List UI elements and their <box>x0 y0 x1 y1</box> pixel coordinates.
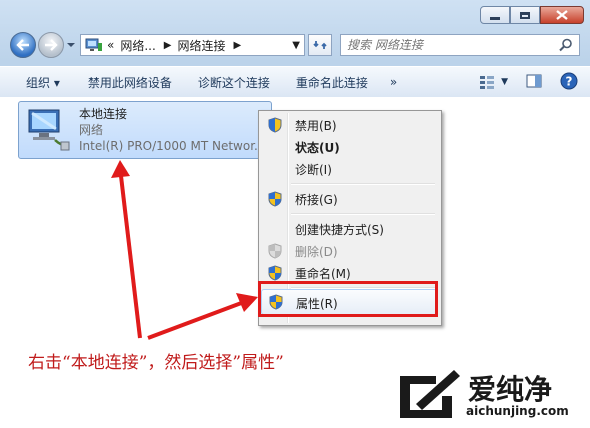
menu-item-status[interactable]: 状态(U) <box>261 136 437 158</box>
change-view-button[interactable]: ▼ <box>479 75 508 89</box>
help-button[interactable]: ? <box>560 72 578 93</box>
watermark-brand: 爱纯净 <box>468 373 553 406</box>
menu-label: 重命名(M) <box>295 267 351 281</box>
forward-arrow-icon <box>45 39 58 51</box>
menu-label: 禁用(B) <box>295 119 337 133</box>
watermark-url: aichunjing.com <box>466 404 569 418</box>
view-dropdown-icon: ▼ <box>501 77 508 87</box>
breadcrumb-network-connections[interactable]: 网络连接 <box>178 37 226 54</box>
menu-label: 诊断(I) <box>295 163 332 177</box>
menu-item-diagnose[interactable]: 诊断(I) <box>261 158 437 180</box>
menu-item-create-shortcut[interactable]: 创建快捷方式(S) <box>261 218 437 240</box>
refresh-button[interactable] <box>308 34 332 56</box>
search-icon <box>559 38 572 52</box>
minimize-icon <box>490 16 500 20</box>
uac-shield-icon <box>268 243 282 259</box>
refresh-icon <box>313 41 327 49</box>
command-bar: 组织 ▾ 禁用此网络设备 诊断这个连接 重命名此连接 » ▼ ? <box>0 66 590 98</box>
minimize-button[interactable] <box>480 6 510 24</box>
local-connection-item[interactable]: 本地连接 网络 Intel(R) PRO/1000 MT Networ... <box>18 101 272 159</box>
menu-label: 状态(U) <box>295 141 340 155</box>
breadcrumb-arrow-icon[interactable]: ▶ <box>164 40 172 51</box>
recent-pages-dropdown-icon[interactable] <box>66 40 76 50</box>
view-options-icon <box>480 76 495 89</box>
search-box[interactable] <box>340 34 580 56</box>
menu-separator <box>291 183 435 185</box>
connection-network: 网络 <box>79 123 104 137</box>
maximize-icon <box>520 11 530 19</box>
search-input[interactable] <box>345 37 559 53</box>
brand-logo-icon <box>400 370 460 418</box>
menu-separator <box>291 213 435 215</box>
breadcrumb-network[interactable]: 网络... <box>120 37 155 54</box>
close-icon <box>556 10 568 20</box>
forward-button[interactable] <box>38 32 64 58</box>
connection-adapter: Intel(R) PRO/1000 MT Networ... <box>79 139 266 153</box>
network-folder-icon <box>85 38 102 51</box>
svg-text:?: ? <box>566 74 573 88</box>
address-prefix[interactable]: « <box>107 38 114 52</box>
address-bar[interactable]: « 网络... ▶ 网络连接 ▶ ▼ <box>80 34 305 56</box>
back-arrow-icon <box>16 39 29 51</box>
preview-pane-button[interactable] <box>526 74 542 91</box>
help-icon: ? <box>560 72 578 89</box>
explorer-window: « 网络... ▶ 网络连接 ▶ ▼ 组织 ▾ 禁用此网络设备 诊断这个连接 重… <box>0 0 590 428</box>
more-commands-button[interactable]: » <box>390 75 397 89</box>
close-button[interactable] <box>540 6 584 24</box>
menu-item-bridge[interactable]: 桥接(G) <box>261 188 437 210</box>
connection-name: 本地连接 <box>79 107 128 121</box>
instruction-annotation: 右击“本地连接”，然后选择”属性” <box>28 353 284 373</box>
menu-item-delete[interactable]: 删除(D) <box>261 240 437 262</box>
breadcrumb-arrow-icon[interactable]: ▶ <box>234 40 242 51</box>
highlight-box <box>258 281 438 317</box>
menu-label: 创建快捷方式(S) <box>295 223 384 237</box>
uac-shield-icon <box>268 265 282 281</box>
menu-label: 桥接(G) <box>295 193 338 207</box>
diagnose-connection-button[interactable]: 诊断这个连接 <box>198 74 270 91</box>
watermark-logo: 爱纯净 aichunjing.com <box>392 366 582 424</box>
maximize-button[interactable] <box>510 6 540 24</box>
organize-menu-button[interactable]: 组织 ▾ <box>26 74 60 91</box>
rename-connection-button[interactable]: 重命名此连接 <box>296 74 368 91</box>
menu-label: 删除(D) <box>295 245 338 259</box>
disable-device-button[interactable]: 禁用此网络设备 <box>88 74 172 91</box>
preview-pane-icon <box>526 74 542 87</box>
uac-shield-icon <box>268 117 282 133</box>
uac-shield-icon <box>268 191 282 207</box>
back-button[interactable] <box>10 32 36 58</box>
network-adapter-icon <box>28 109 70 151</box>
address-dropdown-icon[interactable]: ▼ <box>292 40 300 51</box>
caption-buttons <box>480 6 584 24</box>
navigation-bar: « 网络... ▶ 网络连接 ▶ ▼ <box>0 28 590 64</box>
menu-item-disable[interactable]: 禁用(B) <box>261 114 437 136</box>
